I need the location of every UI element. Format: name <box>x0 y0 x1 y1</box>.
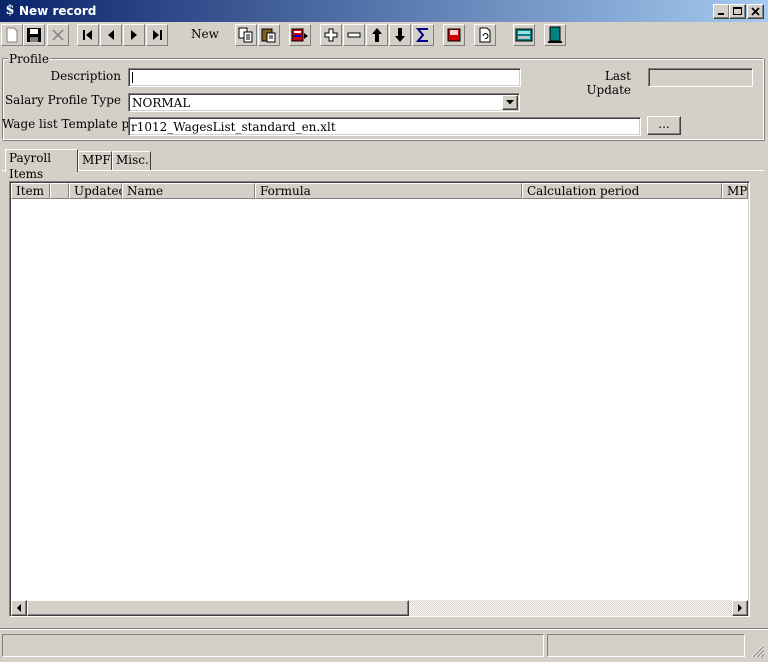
next-record-button[interactable] <box>123 24 145 46</box>
paste-icon <box>261 28 276 43</box>
column-header-item[interactable]: Item <box>11 183 50 199</box>
mode-label: New <box>191 27 219 41</box>
salary-type-select[interactable]: NORMAL <box>128 93 520 112</box>
add-button[interactable] <box>320 24 342 46</box>
maximize-icon <box>733 7 742 15</box>
scroll-left-button[interactable] <box>11 600 27 616</box>
status-panel-main <box>2 634 544 657</box>
column-header-updated[interactable]: Updated <box>69 183 122 199</box>
maximize-button[interactable] <box>729 4 746 19</box>
template-path-input[interactable]: r1012_WagesList_standard_en.xlt <box>128 117 641 136</box>
exit-door-icon <box>548 26 562 43</box>
calculator-icon <box>515 28 533 42</box>
resize-grip[interactable] <box>751 644 765 658</box>
add-icon <box>324 28 338 42</box>
tab-mpf[interactable]: MPF <box>78 151 112 170</box>
tab-payroll-items[interactable]: Payroll Items <box>5 149 78 181</box>
minimize-icon <box>718 13 724 15</box>
book-icon <box>447 28 461 42</box>
status-panel-secondary <box>547 634 745 657</box>
move-up-button[interactable] <box>366 24 388 46</box>
save-icon <box>27 28 41 42</box>
exit-button[interactable] <box>544 24 566 46</box>
column-header-mpf[interactable]: MPF <box>722 183 748 199</box>
scroll-right-button[interactable] <box>732 600 748 616</box>
sum-button[interactable] <box>412 24 434 46</box>
close-button[interactable] <box>747 4 764 19</box>
column-header-blank[interactable] <box>50 183 69 199</box>
column-header-name[interactable]: Name <box>122 183 255 199</box>
refresh-page-button[interactable] <box>474 24 496 46</box>
first-record-button[interactable] <box>77 24 99 46</box>
prev-record-button[interactable] <box>100 24 122 46</box>
prev-record-icon <box>108 30 114 40</box>
title-bar[interactable] <box>0 0 768 22</box>
scroll-thumb[interactable] <box>27 600 409 616</box>
text-cursor <box>132 72 133 83</box>
new-doc-icon <box>6 27 18 43</box>
refresh-page-icon <box>479 27 491 43</box>
column-header-formula[interactable]: Formula <box>255 183 522 199</box>
move-down-button[interactable] <box>389 24 411 46</box>
calculator-button[interactable] <box>513 24 535 46</box>
resize-grip-icon <box>751 644 765 658</box>
app-dollar-icon: $ <box>5 3 15 18</box>
description-input[interactable] <box>128 68 521 87</box>
arrow-left-icon <box>16 604 21 612</box>
profile-group-label: Profile <box>8 52 50 66</box>
remove-button[interactable] <box>343 24 365 46</box>
payroll-items-grid[interactable] <box>9 181 750 617</box>
salary-type-label: Salary Profile Type <box>4 93 121 107</box>
tab-misc[interactable]: Misc. <box>112 151 151 170</box>
cancel-button[interactable] <box>47 24 69 46</box>
move-down-icon <box>395 28 405 42</box>
next-record-icon <box>131 30 137 40</box>
salary-type-dropdown-button[interactable] <box>502 95 518 110</box>
copy-record-icon <box>291 28 308 42</box>
first-record-icon <box>83 30 92 40</box>
tab-strip-line <box>2 170 764 171</box>
cancel-icon <box>52 29 64 41</box>
close-icon <box>751 7 760 16</box>
book-button[interactable] <box>443 24 465 46</box>
template-path-value: r1012_WagesList_standard_en.xlt <box>131 120 336 134</box>
remove-icon <box>347 32 361 38</box>
last-record-button[interactable] <box>146 24 168 46</box>
status-separator-highlight <box>0 629 768 630</box>
copy-button[interactable] <box>235 24 257 46</box>
salary-type-value: NORMAL <box>132 96 191 110</box>
new-doc-button[interactable] <box>1 24 23 46</box>
arrow-right-icon <box>737 604 742 612</box>
window-title: New record <box>19 4 97 18</box>
last-record-icon <box>153 30 162 40</box>
copy-icon <box>238 27 253 43</box>
description-label: Description <box>50 69 121 83</box>
save-button[interactable] <box>23 24 45 46</box>
last-update-field <box>648 68 753 87</box>
paste-button[interactable] <box>258 24 280 46</box>
minimize-button[interactable] <box>713 4 730 19</box>
sum-icon <box>416 28 428 42</box>
chevron-down-icon <box>506 100 514 105</box>
template-path-label: Wage list Template path <box>2 117 149 131</box>
move-up-icon <box>372 28 382 42</box>
copy-record-button[interactable] <box>289 24 311 46</box>
column-header-calculation-period[interactable]: Calculation period <box>522 183 722 199</box>
browse-button[interactable]: ... <box>647 116 681 135</box>
last-update-label: Last Update <box>586 69 631 97</box>
